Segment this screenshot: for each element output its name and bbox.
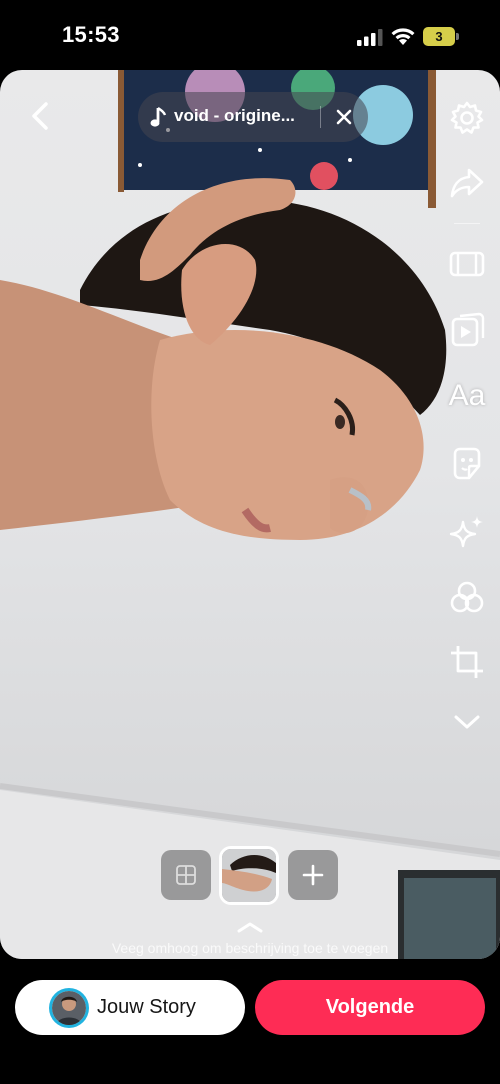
format-button[interactable] [447, 244, 487, 284]
pill-divider [320, 106, 321, 128]
music-note-icon [150, 107, 167, 127]
photo-preview [0, 70, 500, 959]
close-icon[interactable] [332, 105, 356, 129]
gear-icon [450, 101, 484, 134]
caption-hint[interactable]: Veeg omhoog om beschrijving toe te voege… [0, 940, 500, 956]
chevron-down-icon [454, 715, 480, 729]
filters-button[interactable] [447, 578, 487, 618]
media-preview[interactable]: void - origine... Aa Veeg omhoog om besc… [0, 70, 500, 959]
clip-thumbnail-image [222, 849, 276, 902]
music-pill[interactable]: void - origine... [138, 92, 368, 142]
sticker-icon [453, 447, 481, 480]
battery-level: 3 [435, 29, 443, 44]
crop-icon [451, 646, 483, 678]
your-story-button[interactable]: Jouw Story [15, 980, 245, 1035]
text-tool-button[interactable]: Aa [447, 376, 487, 416]
grid-icon [176, 865, 196, 885]
clip-thumbnail[interactable] [219, 846, 279, 905]
share-button[interactable] [447, 162, 487, 202]
status-bar: 15:53 3 [0, 0, 500, 70]
stickers-button[interactable] [447, 444, 487, 484]
crop-button[interactable] [447, 642, 487, 682]
frame-icon [449, 251, 485, 277]
video-cards-icon [451, 312, 485, 347]
more-tools-button[interactable] [447, 702, 487, 742]
add-clip-button[interactable] [288, 850, 338, 900]
signal-icon [357, 29, 383, 46]
next-label: Volgende [325, 996, 415, 1018]
avatar [49, 988, 89, 1028]
story-label: Jouw Story [97, 996, 196, 1018]
settings-button[interactable] [447, 98, 487, 138]
sparkle-icon [449, 516, 483, 548]
layout-grid-button[interactable] [161, 850, 211, 900]
wifi-icon [391, 28, 415, 45]
templates-button[interactable] [447, 310, 487, 350]
next-button[interactable]: Volgende [255, 980, 485, 1035]
share-arrow-icon [450, 168, 484, 198]
filters-icon [450, 581, 484, 613]
battery-icon: 3 [423, 27, 459, 46]
chevron-up-icon[interactable] [236, 920, 264, 934]
music-title: void - origine... [174, 106, 295, 125]
status-time: 15:53 [62, 22, 120, 47]
toolbar-divider [454, 223, 480, 224]
back-button[interactable] [24, 98, 58, 134]
effects-button[interactable] [447, 512, 487, 552]
avatar-image [52, 991, 86, 1025]
plus-icon [302, 864, 324, 886]
